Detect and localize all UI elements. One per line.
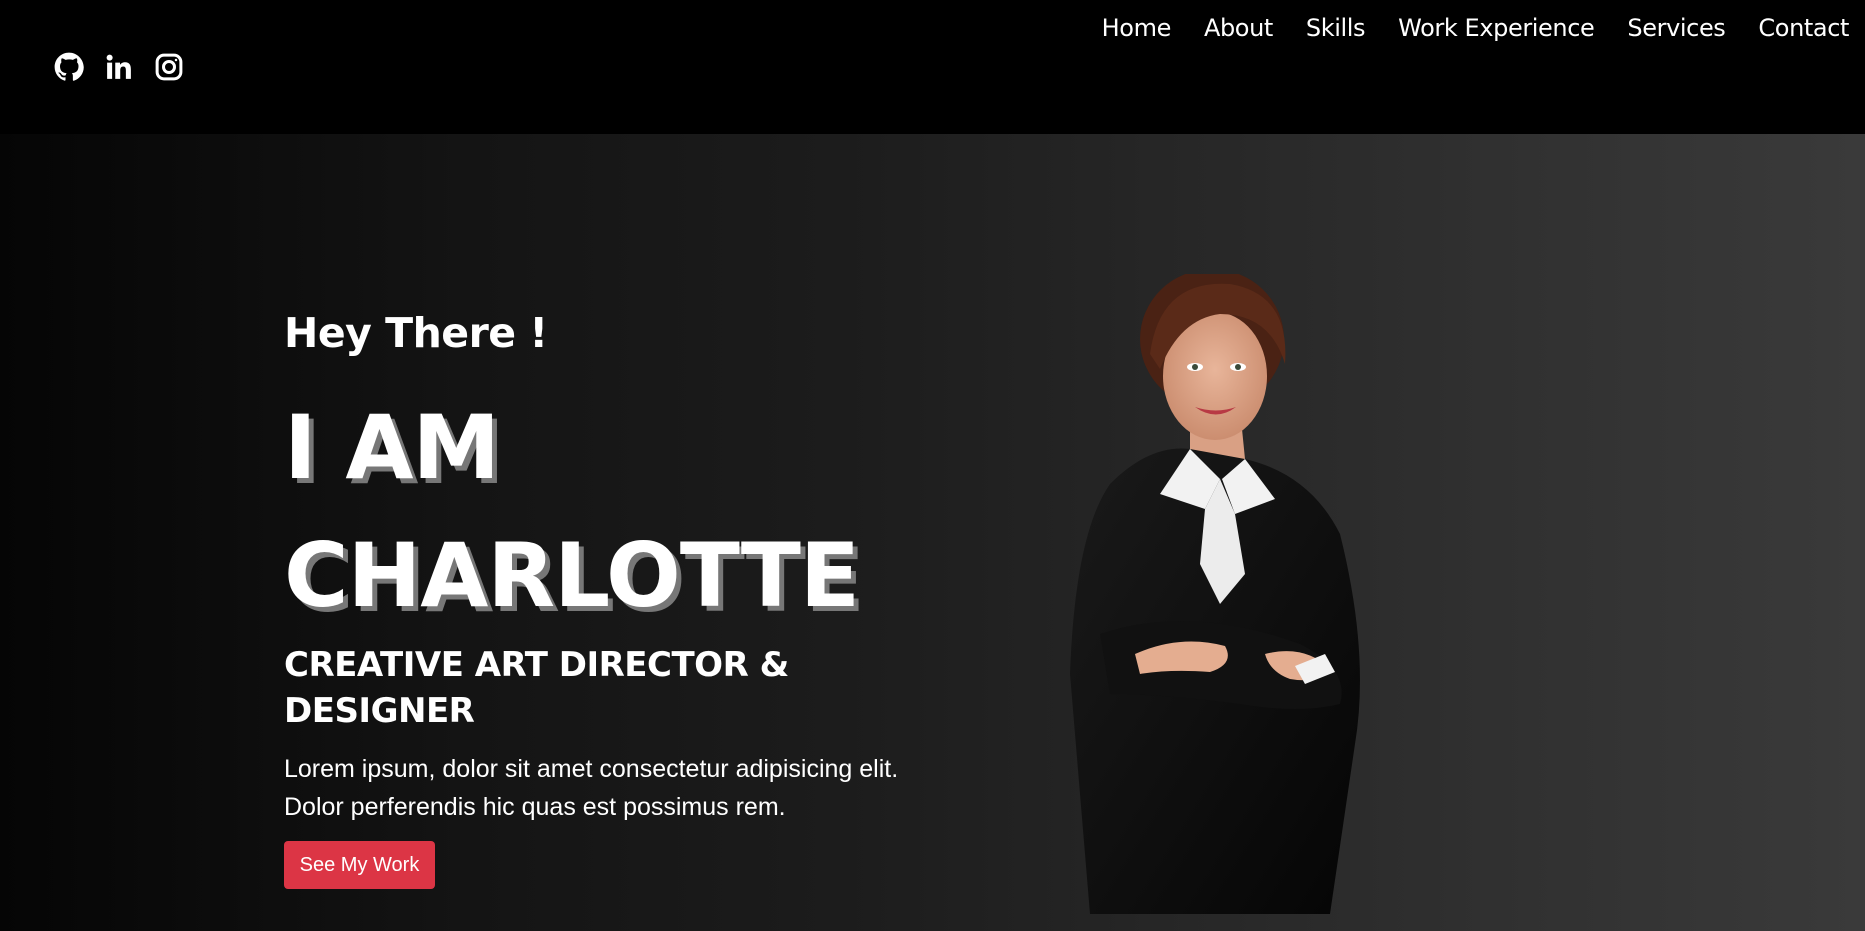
hero-subtitle-line-1: CREATIVE ART DIRECTOR & [284, 645, 789, 685]
hero-title-line-2: CHARLOTTE [284, 524, 860, 627]
social-links [54, 52, 184, 82]
nav-work-experience[interactable]: Work Experience [1398, 10, 1595, 46]
hero-description-line-2: Dolor perferendis hic quas est possimus … [284, 793, 786, 821]
hero-subtitle-line-2: DESIGNER [284, 691, 475, 731]
github-icon[interactable] [54, 52, 84, 82]
hero-description: Lorem ipsum, dolor sit amet consectetur … [284, 750, 944, 826]
top-bar: Home About Skills Work Experience Servic… [0, 0, 1865, 134]
hero-greeting: Hey There ! [284, 309, 548, 357]
hero-description-line-1: Lorem ipsum, dolor sit amet consectetur … [284, 755, 899, 783]
linkedin-icon[interactable] [104, 52, 134, 82]
nav-about[interactable]: About [1204, 10, 1273, 46]
hero-title-line-1: I AM [284, 396, 500, 499]
nav-home[interactable]: Home [1102, 10, 1172, 46]
hero-subtitle: CREATIVE ART DIRECTOR & DESIGNER [284, 642, 904, 734]
hero-section: Hey There ! I AM CHARLOTTE CREATIVE ART … [0, 134, 1865, 931]
portrait-image [1070, 274, 1360, 914]
main-nav: Home About Skills Work Experience Servic… [1102, 10, 1850, 46]
instagram-icon[interactable] [154, 52, 184, 82]
nav-contact[interactable]: Contact [1758, 10, 1849, 46]
nav-services[interactable]: Services [1627, 10, 1725, 46]
see-my-work-button[interactable]: See My Work [284, 841, 435, 889]
hero-title: I AM CHARLOTTE [284, 384, 860, 640]
nav-skills[interactable]: Skills [1306, 10, 1366, 46]
